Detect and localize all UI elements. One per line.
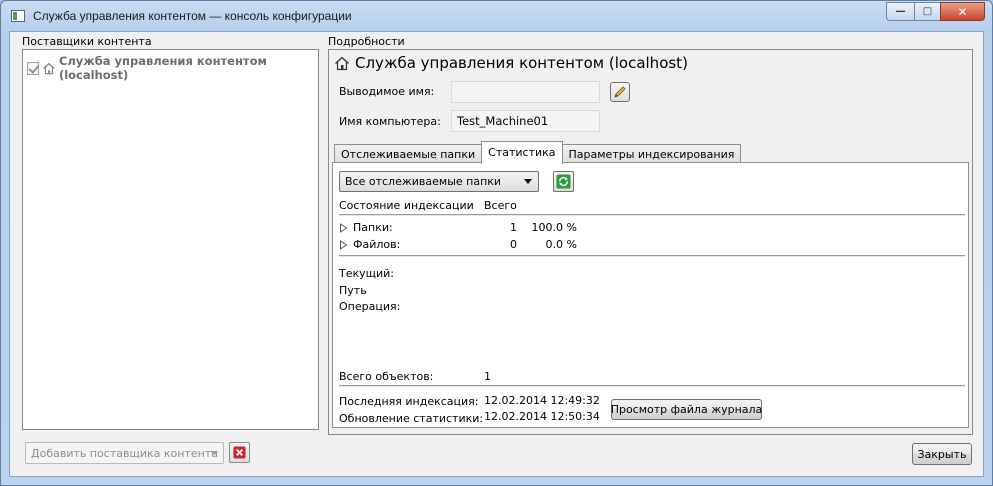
app-window: Служба управления контентом — консоль ко…	[0, 0, 993, 486]
details-tabs: Отслеживаемые папки Статистика Параметры…	[334, 141, 742, 164]
window-title: Служба управления контентом — консоль ко…	[33, 9, 352, 23]
maximize-button[interactable]: □	[914, 2, 940, 21]
divider	[339, 255, 965, 257]
tree-item-label: Служба управления контентом (localhost)	[58, 54, 267, 82]
providers-tree[interactable]: Служба управления контентом (localhost)	[22, 49, 319, 430]
folders-count: 1	[510, 221, 517, 234]
stats-row-folders[interactable]: Папки:	[339, 221, 393, 234]
details-group-label: Подробности	[328, 35, 405, 48]
title-bar[interactable]: Служба управления контентом — консоль ко…	[1, 1, 992, 31]
operation-label: Операция:	[339, 300, 401, 313]
col-index-state: Состояние индексации	[339, 199, 474, 212]
maximize-icon: □	[922, 6, 933, 17]
provider-checkbox[interactable]	[27, 61, 40, 75]
delete-icon	[233, 446, 246, 459]
refresh-button[interactable]	[553, 171, 574, 192]
files-count: 0	[510, 238, 517, 251]
details-panel: Служба управления контентом (localhost) …	[328, 49, 973, 435]
tab-indexing-parameters[interactable]: Параметры индексирования	[561, 144, 742, 164]
delete-provider-button[interactable]	[229, 442, 250, 463]
divider	[339, 214, 965, 216]
files-label: Файлов:	[353, 238, 401, 251]
total-objects-value: 1	[484, 370, 491, 383]
client-area: Поставщики контента Служба управления ко…	[9, 31, 984, 477]
last-index-label: Последняя индексация:	[339, 395, 479, 408]
folder-filter-select[interactable]: Все отслеживаемые папки	[339, 171, 539, 192]
folders-label: Папки:	[353, 221, 393, 234]
total-objects-label: Всего объектов:	[339, 370, 434, 383]
app-icon	[11, 10, 25, 22]
display-name-field[interactable]	[451, 81, 600, 103]
statistics-tab-content: Все отслеживаемые папки Состояние индекс…	[332, 162, 969, 428]
add-provider-select[interactable]: Добавить поставщика контента	[25, 442, 224, 464]
house-icon	[335, 56, 349, 71]
current-label: Текущий:	[339, 267, 395, 280]
edit-name-button[interactable]	[610, 82, 630, 102]
path-label: Путь	[339, 284, 367, 297]
stats-row-files[interactable]: Файлов:	[339, 238, 400, 251]
expand-icon	[340, 222, 348, 233]
tab-monitored-folders[interactable]: Отслеживаемые папки	[334, 144, 483, 164]
computer-name-field[interactable]: Test_Machine01	[451, 110, 600, 132]
tree-item-localhost[interactable]: Служба управления контентом (localhost)	[27, 54, 318, 82]
view-log-button[interactable]: Просмотр файла журнала	[611, 399, 762, 420]
add-provider-placeholder: Добавить поставщика контента	[31, 447, 218, 460]
tab-statistics[interactable]: Статистика	[481, 141, 563, 164]
caption-buttons: — □ ✕	[886, 2, 985, 21]
stats-update-label: Обновление статистики:	[339, 412, 484, 425]
minimize-icon: —	[895, 6, 906, 17]
details-title-text: Служба управления контентом (localhost)	[355, 54, 688, 72]
chevron-down-icon	[524, 179, 532, 184]
last-index-value: 12.02.2014 12:49:32	[484, 394, 600, 407]
minimize-button[interactable]: —	[886, 2, 914, 21]
display-name-label: Выводимое имя:	[339, 85, 435, 98]
close-window-button[interactable]: ✕	[940, 2, 985, 21]
pencil-icon	[614, 86, 626, 98]
divider	[339, 385, 965, 387]
providers-group-label: Поставщики контента	[22, 35, 152, 48]
close-button[interactable]: Закрыть	[912, 443, 972, 465]
folders-percent: 100.0 %	[531, 221, 577, 234]
computer-name-label: Имя компьютера:	[339, 115, 441, 128]
files-percent: 0.0 %	[545, 238, 577, 251]
close-icon: ✕	[957, 4, 968, 19]
details-title: Служба управления контентом (localhost)	[334, 54, 688, 72]
house-icon	[43, 62, 55, 74]
folder-filter-value: Все отслеживаемые папки	[345, 175, 502, 188]
chevron-down-icon	[210, 451, 218, 455]
stats-update-value: 12.02.2014 12:50:34	[484, 410, 600, 423]
expand-icon	[340, 239, 348, 250]
col-total: Всего	[484, 199, 517, 212]
refresh-icon	[556, 174, 571, 189]
